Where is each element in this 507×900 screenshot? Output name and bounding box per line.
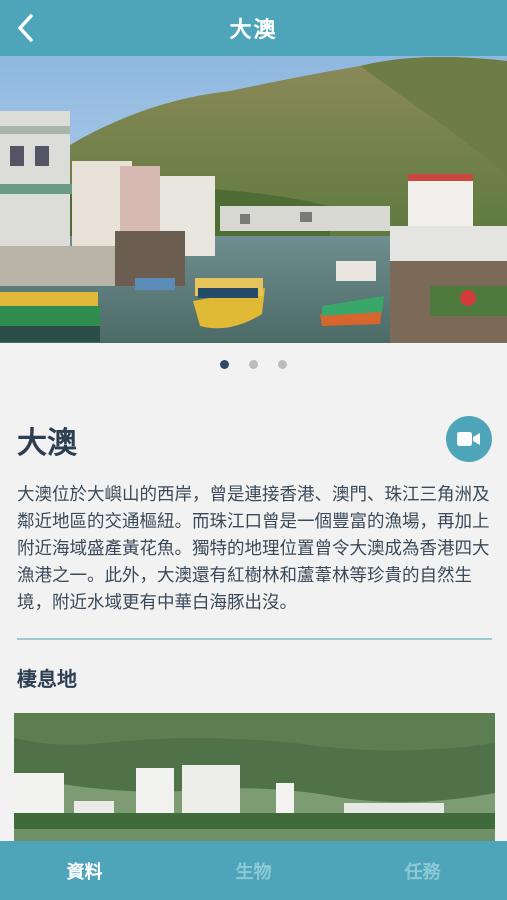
place-description: 大澳位於大嶼山的西岸，曾是連接香港、澳門、珠江三角洲及鄰近地區的交通樞紐。而珠江… [17, 485, 490, 613]
video-camera-icon [457, 432, 480, 446]
tab-info[interactable]: 資料 [0, 841, 169, 900]
carousel-dots [0, 360, 507, 369]
top-bar: 大澳 [0, 0, 507, 56]
habitat-image[interactable] [14, 713, 495, 841]
carousel-dot-1[interactable] [220, 360, 229, 369]
place-title: 大澳 [17, 426, 77, 461]
tab-tasks[interactable]: 任務 [338, 841, 507, 900]
habitat-heading: 棲息地 [17, 667, 77, 691]
carousel-dot-3[interactable] [278, 360, 287, 369]
bottom-tab-bar: 資料 生物 任務 [0, 841, 507, 900]
chevron-left-icon [18, 14, 33, 42]
tab-species[interactable]: 生物 [169, 841, 338, 900]
carousel-dot-2[interactable] [249, 360, 258, 369]
page-title: 大澳 [229, 18, 278, 43]
tai-o-harbour-photo [0, 56, 507, 343]
back-button[interactable] [6, 8, 46, 48]
hero-image[interactable] [0, 56, 507, 343]
habitat-photo [14, 713, 495, 841]
section-divider [17, 638, 492, 640]
video-button[interactable] [446, 416, 492, 462]
